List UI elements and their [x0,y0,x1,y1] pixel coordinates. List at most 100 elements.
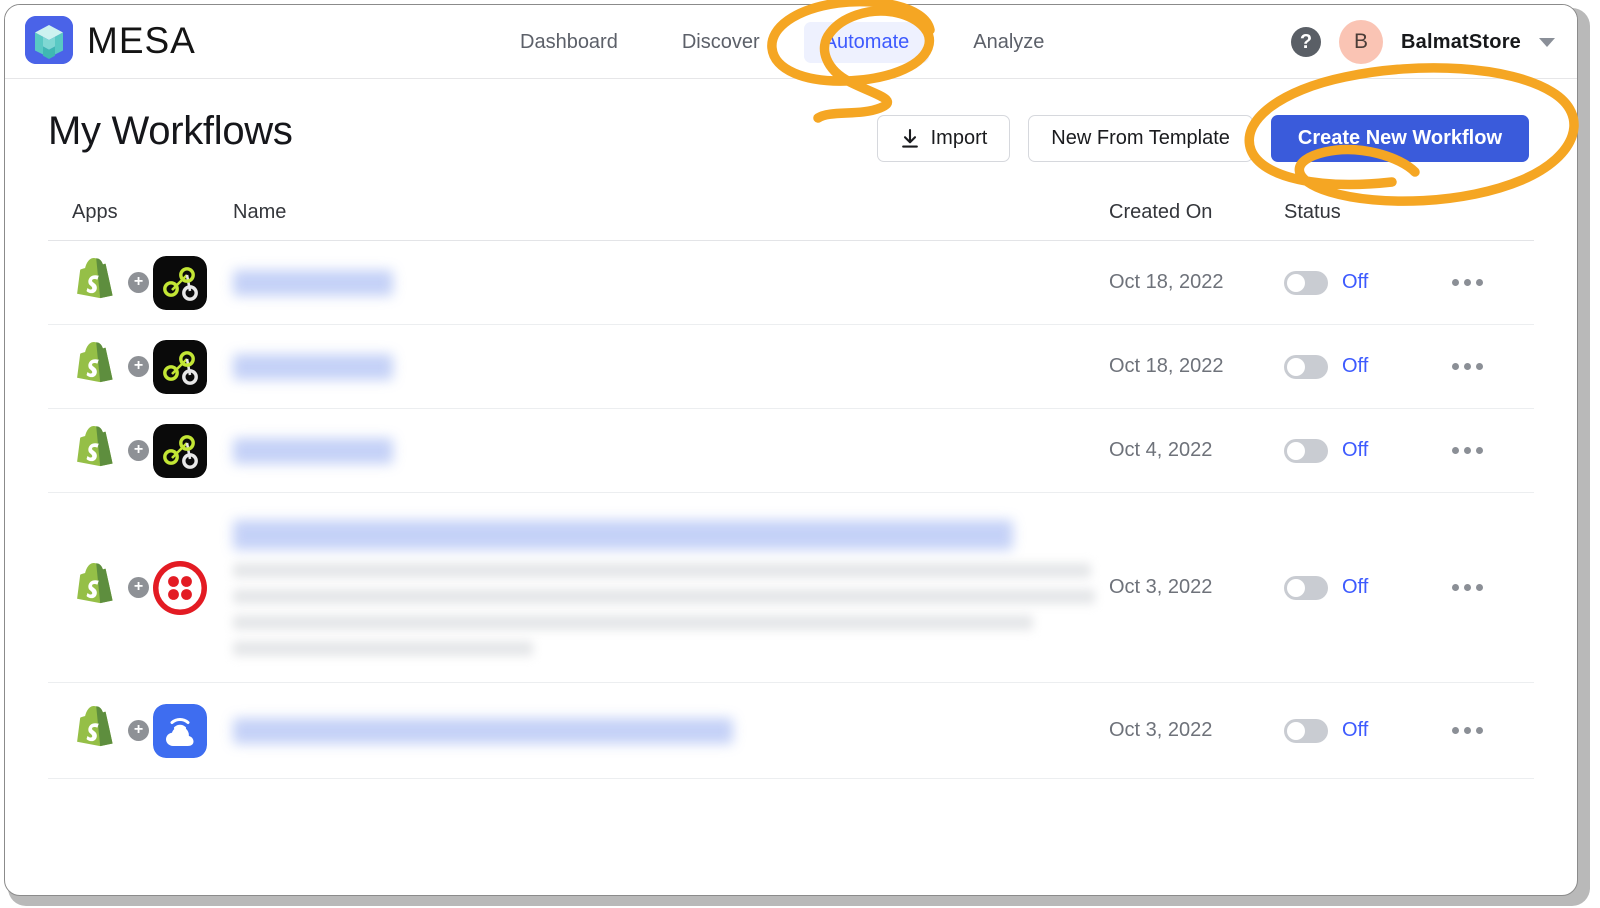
nav-link-discover[interactable]: Discover [662,22,780,63]
apps-cell: + [48,255,233,310]
column-header-apps: Apps [72,201,118,223]
more-options-icon[interactable] [1444,719,1491,742]
shopify-icon [77,562,113,603]
toggle-knob [1287,441,1305,460]
more-options-icon[interactable] [1444,576,1491,599]
table-header-row: Apps Name Created On Status [48,185,1534,241]
workflow-name-redacted [233,519,1013,550]
brand-logo[interactable]: MESA [25,16,196,64]
import-button-label: Import [930,127,988,149]
column-header-status: Status [1284,201,1341,223]
plus-badge-icon: + [128,720,149,741]
status-cell: Off [1284,270,1444,295]
table-row[interactable]: + Oct 18, 2022 Off [48,241,1534,325]
workflow-name-cell[interactable] [233,506,1109,670]
apps-cell: + [48,560,233,615]
app-pair: + [72,423,207,478]
created-on-cell: Oct 3, 2022 [1109,719,1213,741]
flow-nodes-icon [153,339,207,394]
apps-cell: + [48,339,233,394]
workflow-description-redacted [233,562,1109,656]
status-toggle[interactable] [1284,270,1328,295]
app-pair: + [72,703,207,758]
table-row[interactable]: + Oct 3, 2022 Off [48,683,1534,779]
more-options-icon[interactable] [1444,439,1491,462]
row-menu-cell [1444,576,1534,599]
toggle-knob [1287,721,1305,740]
cloud-sms-icon [153,703,207,758]
workflow-name-cell[interactable] [233,704,1109,758]
status-toggle[interactable] [1284,575,1328,600]
row-menu-cell [1444,355,1534,378]
more-options-icon[interactable] [1444,355,1491,378]
app-pair: + [72,560,207,615]
workflow-name-redacted [233,717,733,744]
created-on-cell: Oct 4, 2022 [1109,439,1213,461]
nav-link-analyze[interactable]: Analyze [953,22,1064,63]
header-actions: Import New From Template Create New Work… [876,115,1529,162]
page-title: My Workflows [48,109,293,153]
status-toggle[interactable] [1284,438,1328,463]
create-new-workflow-button[interactable]: Create New Workflow [1270,115,1529,162]
workflow-name-cell[interactable] [233,256,1109,310]
workflow-name-redacted [233,353,393,380]
plus-badge-icon: + [128,272,149,293]
new-from-template-label: New From Template [1051,127,1230,149]
created-on-cell: Oct 18, 2022 [1109,355,1224,377]
status-toggle[interactable] [1284,718,1328,743]
created-on-cell: Oct 18, 2022 [1109,271,1224,293]
toggle-knob [1287,273,1305,292]
row-menu-cell [1444,719,1534,742]
table-row[interactable]: + Oct 18, 2022 Off [48,325,1534,409]
import-button[interactable]: Import [876,115,1011,162]
question-mark-icon[interactable]: ? [1290,27,1321,57]
nav-link-automate[interactable]: Automate [803,21,930,63]
flow-nodes-icon [153,423,207,478]
flow-nodes-icon [153,255,207,310]
plus-badge-icon: + [128,440,149,461]
shopify-icon [77,425,113,466]
workflow-name-redacted [233,437,393,464]
shopify-icon [77,341,113,382]
status-label: Off [1342,576,1369,598]
mesa-cube-icon [25,16,73,64]
table-row[interactable]: + Oct 4, 2022 Off [48,409,1534,493]
shopify-icon [77,705,113,746]
plus-badge-icon: + [128,356,149,377]
workflow-name-cell[interactable] [233,340,1109,394]
page-header: My Workflows Import New From Template Cr… [5,79,1577,185]
app-pair: + [72,339,207,394]
shopify-icon [77,257,113,298]
apps-cell: + [48,423,233,478]
plus-badge-icon: + [128,577,149,598]
apps-cell: + [48,703,233,758]
chevron-down-icon[interactable] [1539,37,1555,47]
toggle-knob [1287,357,1305,376]
create-new-workflow-label: Create New Workflow [1297,127,1502,149]
brand-name: MESA [87,19,196,61]
status-label: Off [1342,439,1369,461]
download-icon [900,128,920,150]
row-menu-cell [1444,439,1534,462]
status-label: Off [1342,719,1369,741]
status-label: Off [1342,271,1369,293]
column-header-name: Name [233,201,287,223]
row-menu-cell [1444,271,1534,294]
app-pair: + [72,255,207,310]
browser-window: MESA Dashboard Discover Automate Analyze… [4,4,1578,896]
workflow-name-cell[interactable] [233,424,1109,478]
toggle-knob [1287,578,1305,597]
more-options-icon[interactable] [1444,271,1491,294]
twilio-icon [153,560,207,615]
nav-link-dashboard[interactable]: Dashboard [500,22,638,63]
workflow-name-redacted [233,269,393,296]
nav-right-cluster: ? B BalmatStore [1290,5,1555,79]
status-toggle[interactable] [1284,354,1328,379]
column-header-created-on: Created On [1109,201,1213,223]
table-row[interactable]: + Oct 3, 2022 Off [48,493,1534,683]
avatar: B [1338,20,1383,64]
top-navigation-bar: MESA Dashboard Discover Automate Analyze… [5,5,1577,79]
status-cell: Off [1284,718,1444,743]
created-on-cell: Oct 3, 2022 [1109,576,1213,598]
new-from-template-button[interactable]: New From Template [1028,115,1253,162]
